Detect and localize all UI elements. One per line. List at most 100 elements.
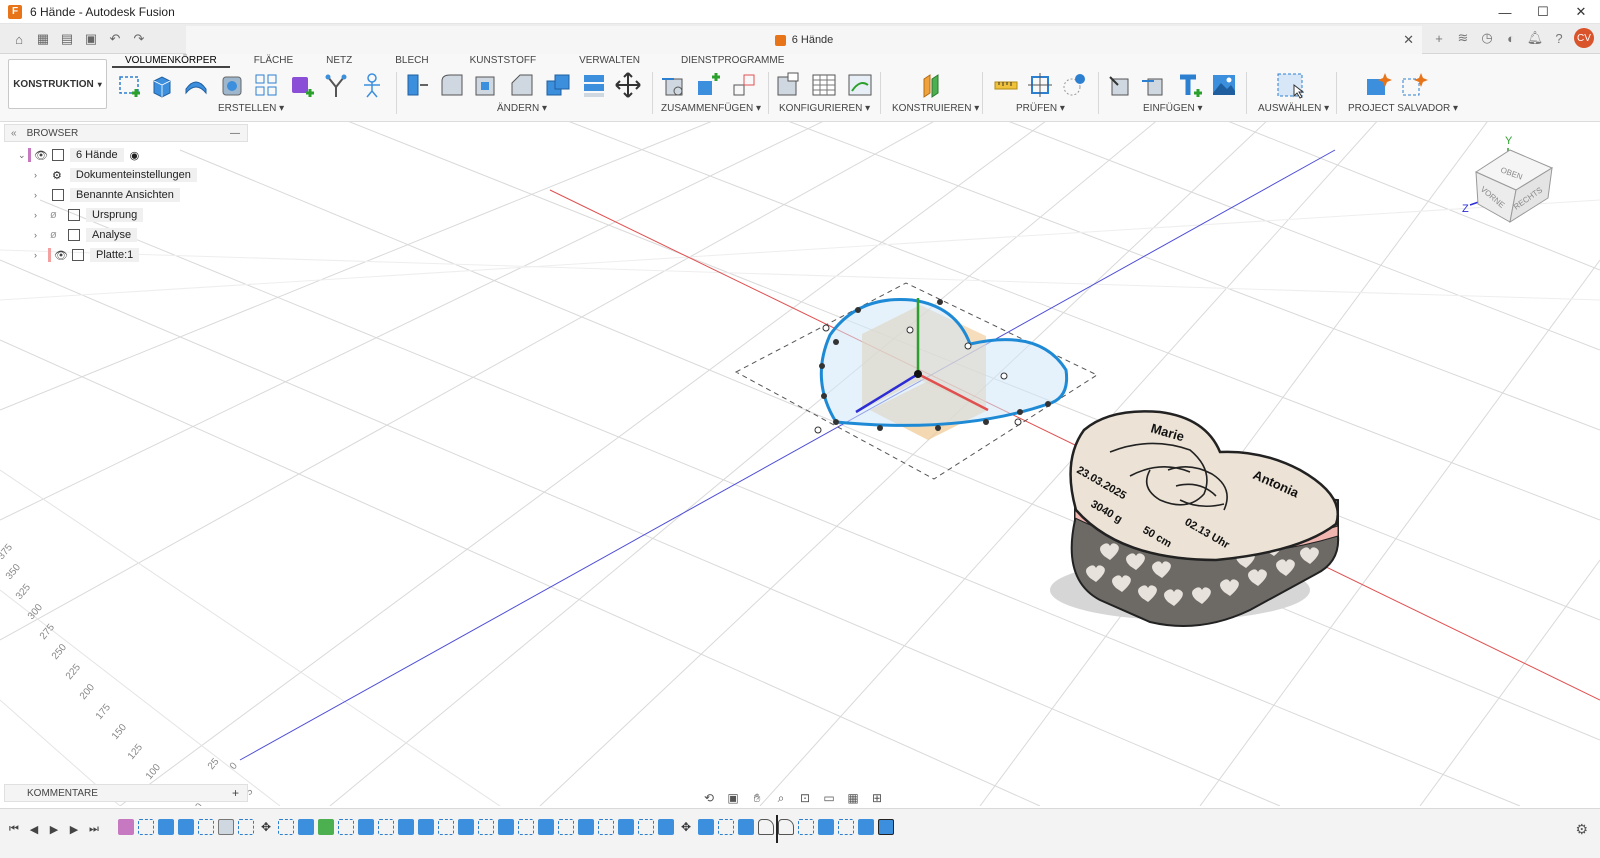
notifications-icon[interactable]: 🔔︎ bbox=[1526, 28, 1544, 48]
group-zusammenfuegen[interactable]: ZUSAMMENFÜGEN ▾ bbox=[661, 103, 761, 114]
timeline-feature[interactable] bbox=[838, 819, 854, 835]
insert-mcmaster-icon[interactable] bbox=[1176, 71, 1204, 99]
fillet-icon[interactable] bbox=[438, 71, 466, 99]
collapse-panel-icon[interactable]: « bbox=[11, 128, 17, 139]
tree-item-ursprung[interactable]: › ø Ursprung bbox=[4, 205, 248, 225]
zoom-icon[interactable]: ⌕ bbox=[772, 790, 790, 806]
extensions-icon[interactable]: ◐ bbox=[1502, 28, 1520, 48]
form-icon[interactable] bbox=[358, 71, 386, 99]
new-component-joint-icon[interactable] bbox=[660, 71, 688, 99]
minimize-panel-icon[interactable]: — bbox=[230, 128, 240, 139]
timeline-feature[interactable] bbox=[778, 819, 794, 835]
chevron-down-icon[interactable]: ⌄ bbox=[18, 150, 28, 161]
timeline-feature[interactable] bbox=[358, 819, 374, 835]
chevron-right-icon[interactable]: › bbox=[34, 190, 44, 200]
timeline-feature[interactable] bbox=[618, 819, 634, 835]
move-icon[interactable] bbox=[614, 71, 642, 99]
timeline-feature[interactable] bbox=[458, 819, 474, 835]
tree-item-analyse[interactable]: › ø Analyse bbox=[4, 225, 248, 245]
help-icon[interactable]: ? bbox=[1550, 28, 1568, 48]
change-parameters-icon[interactable] bbox=[846, 71, 874, 99]
group-erstellen[interactable]: ERSTELLEN ▾ bbox=[218, 103, 284, 114]
timeline-feature[interactable] bbox=[698, 819, 714, 835]
shell-icon[interactable] bbox=[472, 71, 500, 99]
workspace-selector[interactable]: KONSTRUKTION ▾ bbox=[8, 59, 107, 109]
timeline-feature[interactable] bbox=[338, 819, 354, 835]
close-tab-button[interactable]: ✕ bbox=[1403, 32, 1414, 48]
group-aendern[interactable]: ÄNDERN ▾ bbox=[497, 103, 547, 114]
timeline-feature[interactable]: ✥ bbox=[258, 819, 274, 835]
tree-root[interactable]: ⌄ 👁︎ 6 Hände ◉ bbox=[4, 145, 248, 165]
chevron-right-icon[interactable]: › bbox=[34, 210, 44, 220]
orbit-icon[interactable]: ⟲ bbox=[700, 790, 718, 806]
rectangular-pattern-icon[interactable] bbox=[252, 71, 280, 99]
insert-mesh-icon[interactable] bbox=[1140, 71, 1168, 99]
chevron-right-icon[interactable]: › bbox=[34, 170, 44, 180]
go-to-end-icon[interactable]: ⏭ bbox=[86, 821, 102, 837]
step-back-icon[interactable]: ◀ bbox=[26, 821, 42, 837]
timeline-feature[interactable] bbox=[438, 819, 454, 835]
hidden-eye-icon[interactable]: ø bbox=[50, 209, 64, 221]
group-project-salvador[interactable]: PROJECT SALVADOR ▾ bbox=[1348, 103, 1458, 114]
home-icon[interactable]: ⌂ bbox=[8, 28, 30, 50]
step-forward-icon[interactable]: ▶ bbox=[66, 821, 82, 837]
timeline-feature[interactable] bbox=[518, 819, 534, 835]
view-cube[interactable]: Y Z OBEN VORNE RECHTS bbox=[1462, 135, 1554, 224]
tab-kunststoff[interactable]: KUNSTSTOFF bbox=[442, 54, 549, 68]
combine-icon[interactable] bbox=[544, 71, 572, 99]
tab-blech[interactable]: BLECH bbox=[365, 54, 441, 68]
tree-item-dokumenteinstellungen[interactable]: › ⚙ Dokumenteinstellungen bbox=[4, 165, 248, 185]
split-body-icon[interactable] bbox=[580, 71, 608, 99]
active-radio-icon[interactable]: ◉ bbox=[130, 149, 140, 162]
timeline-feature[interactable] bbox=[138, 819, 154, 835]
add-comment-button[interactable]: + bbox=[232, 786, 239, 800]
group-auswaehlen[interactable]: AUSWÄHLEN ▾ bbox=[1258, 103, 1329, 114]
group-pruefen[interactable]: PRÜFEN ▾ bbox=[1016, 103, 1065, 114]
chevron-right-icon[interactable]: › bbox=[34, 230, 44, 240]
tab-dienstprogramme[interactable]: DIENSTPROGRAMME bbox=[653, 54, 797, 68]
timeline-feature[interactable] bbox=[318, 819, 334, 835]
timeline-feature[interactable] bbox=[718, 819, 734, 835]
timeline-feature[interactable] bbox=[118, 819, 134, 835]
timeline-settings-gear-icon[interactable]: ⚙ bbox=[1575, 821, 1588, 838]
timeline-feature[interactable]: ✥ bbox=[678, 819, 694, 835]
save-icon[interactable]: ▣ bbox=[80, 28, 102, 50]
timeline-feature[interactable] bbox=[798, 819, 814, 835]
press-pull-icon[interactable] bbox=[402, 71, 430, 99]
tab-flaeche[interactable]: FLÄCHE bbox=[230, 54, 306, 68]
data-panel-icon[interactable]: ≋ bbox=[1454, 28, 1472, 48]
revolve-icon[interactable] bbox=[182, 71, 210, 99]
sweep-icon[interactable] bbox=[218, 71, 246, 99]
measure-icon[interactable] bbox=[992, 71, 1020, 99]
timeline-feature[interactable] bbox=[578, 819, 594, 835]
timeline-feature[interactable] bbox=[218, 819, 234, 835]
offset-plane-icon[interactable] bbox=[918, 71, 946, 99]
play-icon[interactable]: ▶ bbox=[46, 821, 62, 837]
select-window-icon[interactable] bbox=[1276, 71, 1305, 99]
new-tab-icon[interactable]: + bbox=[1430, 28, 1448, 48]
close-window-button[interactable]: ✕ bbox=[1562, 0, 1600, 24]
redo-icon[interactable]: ↷ bbox=[128, 28, 150, 50]
extrude-icon[interactable] bbox=[148, 71, 176, 99]
section-analysis-icon[interactable] bbox=[1060, 71, 1088, 99]
pan-icon[interactable]: ✋︎ bbox=[748, 790, 766, 806]
timeline-feature[interactable] bbox=[498, 819, 514, 835]
browser-header[interactable]: « BROWSER — bbox=[4, 124, 248, 142]
tab-volumenkoerper[interactable]: VOLUMENKÖRPER bbox=[112, 54, 230, 68]
tree-item-platte[interactable]: › 👁︎ Platte:1 bbox=[4, 245, 248, 265]
timeline-feature[interactable] bbox=[398, 819, 414, 835]
timeline-feature[interactable] bbox=[298, 819, 314, 835]
timeline-feature[interactable] bbox=[658, 819, 674, 835]
timeline-feature[interactable] bbox=[238, 819, 254, 835]
timeline-feature[interactable] bbox=[198, 819, 214, 835]
salvador-ai-icon[interactable] bbox=[1364, 71, 1392, 99]
timeline-feature[interactable] bbox=[378, 819, 394, 835]
hidden-eye-icon[interactable]: ø bbox=[50, 229, 64, 241]
look-at-icon[interactable]: ▣ bbox=[724, 790, 742, 806]
grid-settings-icon[interactable]: ▦ bbox=[844, 790, 862, 806]
timeline-feature[interactable] bbox=[738, 819, 754, 835]
heart-profile[interactable] bbox=[819, 297, 1069, 427]
visibility-eye-icon[interactable]: 👁︎ bbox=[34, 149, 48, 162]
timeline-feature[interactable] bbox=[278, 819, 294, 835]
timeline-position-marker[interactable] bbox=[776, 815, 778, 843]
